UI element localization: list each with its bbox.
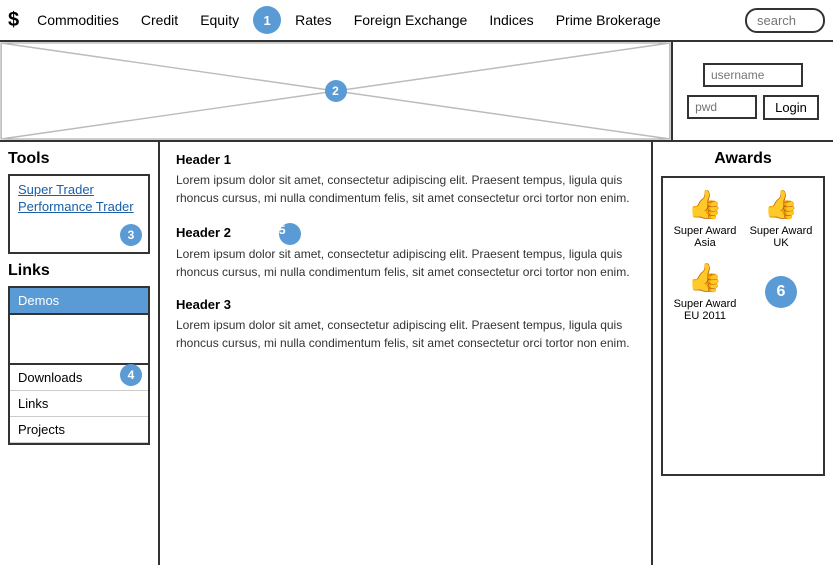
content-section-2: Header 2 5 Lorem ipsum dolor sit amet, c… — [176, 223, 635, 281]
content-header-2: Header 2 — [176, 225, 231, 240]
content-area: Header 1 Lorem ipsum dolor sit amet, con… — [160, 142, 653, 565]
award-label-1: Super Award Asia — [673, 225, 737, 249]
award-item-3: 👍 Super Award EU 2011 — [673, 261, 737, 322]
username-input[interactable] — [703, 63, 803, 87]
awards-box: 👍 Super Award Asia 👍 Super Award UK 👍 Su… — [661, 176, 825, 476]
navbar: $ Commodities Credit Equity 1 Rates Fore… — [0, 0, 833, 42]
content-header-3: Header 3 — [176, 297, 635, 312]
hero-badge: 2 — [325, 80, 347, 102]
nav-item-indices[interactable]: Indices — [481, 8, 541, 32]
nav-item-equity[interactable]: Equity — [192, 8, 247, 32]
main-layout: Tools Super Trader Performance Trader 3 … — [0, 142, 833, 565]
dollar-icon: $ — [8, 9, 19, 32]
tools-badge: 3 — [120, 224, 142, 246]
hero-section: 2 Login — [0, 42, 833, 142]
thumbs-up-icon-1: 👍 — [688, 188, 723, 221]
award-item-2: 👍 Super Award UK — [749, 188, 813, 249]
links-empty-box — [8, 315, 150, 365]
nav-badge-1[interactable]: 1 — [253, 6, 281, 34]
tools-title: Tools — [8, 150, 150, 168]
award-item-1: 👍 Super Award Asia — [673, 188, 737, 249]
award-label-3: Super Award EU 2011 — [673, 298, 737, 322]
links-title: Links — [8, 262, 150, 280]
hero-banner: 2 — [0, 42, 673, 140]
content-section-1: Header 1 Lorem ipsum dolor sit amet, con… — [176, 152, 635, 207]
awards-panel: Awards 👍 Super Award Asia 👍 Super Award … — [653, 142, 833, 565]
link-item-demos[interactable]: Demos — [10, 288, 148, 313]
nav-item-commodities[interactable]: Commodities — [29, 8, 127, 32]
content-header-1: Header 1 — [176, 152, 635, 167]
tool-performance-trader[interactable]: Performance Trader — [18, 199, 140, 214]
hero-login: Login — [673, 42, 833, 140]
content-body-3: Lorem ipsum dolor sit amet, consectetur … — [176, 316, 635, 352]
sidebar: Tools Super Trader Performance Trader 3 … — [0, 142, 160, 565]
links-section: Links Demos Downloads Links Projects 4 — [8, 262, 150, 445]
nav-item-fx[interactable]: Foreign Exchange — [346, 8, 476, 32]
link-projects[interactable]: Projects — [10, 417, 148, 443]
nav-item-prime[interactable]: Prime Brokerage — [548, 8, 669, 32]
link-links[interactable]: Links — [10, 391, 148, 417]
nav-item-rates[interactable]: Rates — [287, 8, 340, 32]
content-body-1: Lorem ipsum dolor sit amet, consectetur … — [176, 171, 635, 207]
search-input[interactable] — [745, 8, 825, 33]
password-input[interactable] — [687, 95, 757, 119]
content-body-2: Lorem ipsum dolor sit amet, consectetur … — [176, 245, 635, 281]
awards-title: Awards — [661, 150, 825, 168]
thumbs-up-icon-3: 👍 — [688, 261, 723, 294]
tool-super-trader[interactable]: Super Trader — [18, 182, 140, 197]
tools-list: Super Trader Performance Trader 3 — [8, 174, 150, 254]
links-badge: 4 — [120, 364, 142, 386]
links-list: Demos — [8, 286, 150, 315]
links-bottom: Downloads Links Projects 4 — [8, 365, 150, 445]
nav-item-credit[interactable]: Credit — [133, 8, 186, 32]
content-section-3: Header 3 Lorem ipsum dolor sit amet, con… — [176, 297, 635, 352]
awards-grid: 👍 Super Award Asia 👍 Super Award UK 👍 Su… — [673, 188, 813, 322]
thumbs-up-icon-2: 👍 — [764, 188, 799, 221]
content-badge-5: 5 — [279, 223, 301, 245]
award-label-2: Super Award UK — [749, 225, 813, 249]
award-badge-6: 6 — [749, 261, 813, 322]
login-button[interactable]: Login — [763, 95, 819, 120]
